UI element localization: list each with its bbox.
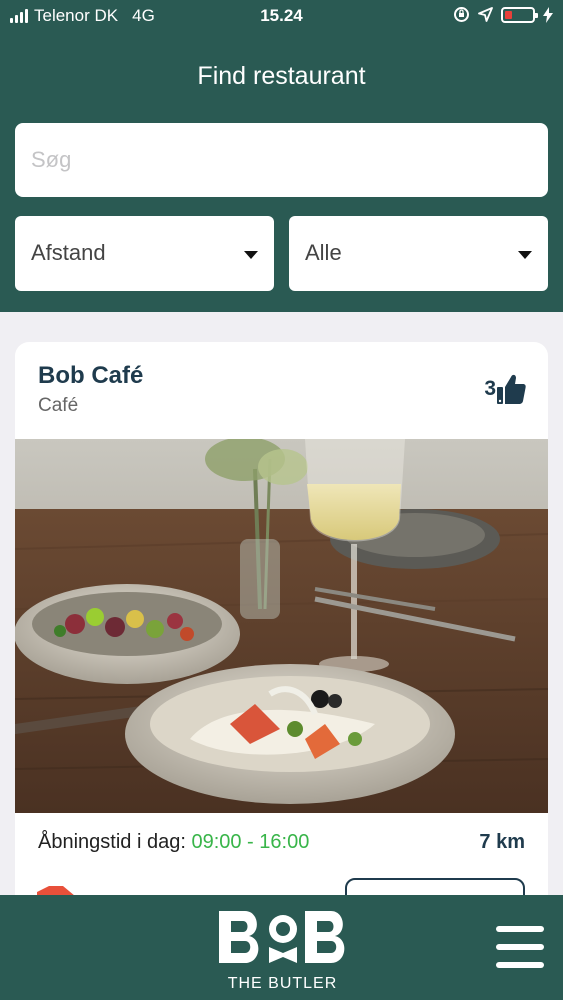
bob-logo-mark bbox=[219, 911, 345, 963]
category-filter-select[interactable]: Alle bbox=[289, 216, 548, 291]
likes-count: 3 bbox=[484, 377, 496, 400]
likes[interactable]: 3 bbox=[484, 373, 526, 405]
search-input[interactable] bbox=[15, 123, 548, 197]
status-bar: Telenor DK 4G 15.24 bbox=[0, 0, 563, 32]
rotation-lock-icon bbox=[454, 7, 469, 22]
location-arrow-icon bbox=[478, 7, 493, 22]
status-right bbox=[453, 6, 553, 23]
distance: 7 km bbox=[479, 831, 525, 853]
opening-label: Åbningstid i dag: bbox=[38, 831, 186, 853]
restaurant-photo[interactable] bbox=[15, 439, 548, 813]
restaurant-card[interactable]: Bob Café Café 3 Åbningstid i dag: 09:00 … bbox=[15, 342, 548, 962]
brand-subtitle: THE BUTLER bbox=[227, 975, 338, 992]
food-photo-illustration bbox=[15, 439, 548, 813]
bottom-bar: THE BUTLER bbox=[0, 895, 563, 1000]
restaurant-type: Café bbox=[38, 395, 79, 416]
charging-icon bbox=[543, 6, 553, 23]
chevron-down-icon bbox=[518, 251, 532, 259]
distance-filter-select[interactable]: Afstand bbox=[15, 216, 274, 291]
hamburger-menu-icon[interactable] bbox=[496, 926, 544, 968]
page-title: Find restaurant bbox=[197, 62, 366, 90]
restaurant-name: Bob Café bbox=[38, 362, 144, 389]
category-filter-value: Alle bbox=[305, 240, 342, 265]
distance-filter-value: Afstand bbox=[31, 240, 106, 265]
chevron-down-icon bbox=[244, 251, 258, 259]
header: Find restaurant Afstand Alle bbox=[0, 32, 563, 312]
thumbs-up-icon bbox=[497, 374, 526, 404]
bob-logo[interactable]: THE BUTLER bbox=[215, 907, 350, 995]
opening-hours-value: 09:00 - 16:00 bbox=[191, 831, 310, 853]
battery-icon bbox=[501, 6, 538, 23]
opening-hours: Åbningstid i dag: 09:00 - 16:00 bbox=[38, 831, 309, 854]
